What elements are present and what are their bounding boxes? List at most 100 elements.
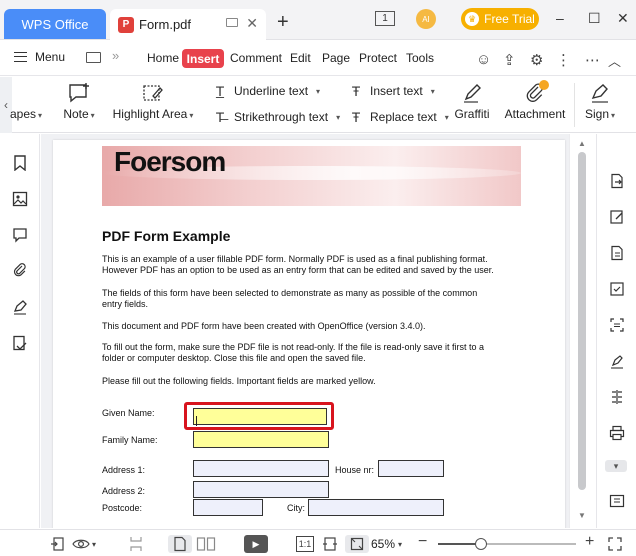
maximize-button[interactable]: ☐ <box>588 10 601 27</box>
signature-panel-icon[interactable] <box>11 298 29 316</box>
underline-text-tool[interactable]: T̲ Underline text ▾ <box>212 83 320 99</box>
two-page-icon[interactable] <box>196 535 216 553</box>
folder-icon[interactable] <box>86 52 101 63</box>
title-bar: WPS Office P Form.pdf ✕ + 1 AI ♛ Free Tr… <box>0 0 636 40</box>
scroll-down-icon[interactable]: ▼ <box>578 511 586 520</box>
highlight-area-icon <box>141 79 165 107</box>
more-icon[interactable]: ⋮ <box>556 51 571 69</box>
city-field[interactable] <box>308 499 444 516</box>
insert-text-tool[interactable]: Ŧ Insert text ▾ <box>348 83 435 99</box>
zoom-out-button[interactable]: − <box>418 533 427 551</box>
double-chevron-icon[interactable]: » <box>112 48 119 63</box>
stamp-pen-icon[interactable] <box>608 352 626 370</box>
menu-page[interactable]: Page <box>322 51 350 65</box>
collapse-ribbon-icon[interactable]: ︿ <box>608 51 621 70</box>
sidebar-settings-icon[interactable] <box>608 492 626 510</box>
graffiti-tool[interactable]: Graffiti <box>450 79 494 121</box>
strikethrough-text-tool[interactable]: T̶ Strikethrough text ▾ <box>212 109 340 125</box>
highlight-area-tool[interactable]: Highlight Area ▾ <box>110 79 196 121</box>
export-icon[interactable] <box>608 172 626 190</box>
paragraph-line: However PDF has an option to be used as … <box>102 265 494 275</box>
underline-text-label: Underline text <box>234 84 309 98</box>
text-caret <box>196 416 197 426</box>
note-tool[interactable]: Note ▾ <box>58 79 100 121</box>
menu-button[interactable]: Menu <box>14 50 65 64</box>
sign-pen-icon <box>589 79 611 107</box>
house-nr-field[interactable] <box>378 460 444 477</box>
gear-icon[interactable]: ⚙ <box>530 51 543 69</box>
print-icon[interactable] <box>608 424 626 442</box>
zoom-dropdown-icon[interactable]: ▾ <box>398 535 402 553</box>
close-tab-icon[interactable]: ✕ <box>246 15 258 32</box>
expand-sidebar-chevron-icon[interactable]: ▾ <box>605 460 627 472</box>
window-count-icon[interactable]: 1 <box>375 11 395 26</box>
monitor-icon[interactable] <box>226 18 238 27</box>
page-navigation-icon[interactable] <box>50 535 66 553</box>
replace-text-tool[interactable]: Ŧ Replace text ▾ <box>348 109 449 125</box>
document-canvas[interactable]: Foersom PDF Form Example This is an exam… <box>41 134 569 528</box>
free-trial-button[interactable]: ♛ Free Trial <box>461 8 539 30</box>
share-icon[interactable]: ⇪ <box>503 51 516 69</box>
menu-edit[interactable]: Edit <box>290 51 311 65</box>
menu-tools[interactable]: Tools <box>406 51 434 65</box>
tab-wps-office[interactable]: WPS Office <box>4 9 106 39</box>
convert-icon[interactable] <box>608 244 626 262</box>
ribbon-divider <box>574 83 575 127</box>
vertical-scrollbar[interactable]: ▲ ▼ <box>569 134 595 528</box>
menu-protect[interactable]: Protect <box>359 51 397 65</box>
address2-field[interactable] <box>193 481 329 498</box>
left-sidebar <box>0 134 40 528</box>
shapes-tool[interactable]: apes ▾ <box>8 79 44 121</box>
address1-field[interactable] <box>193 460 329 477</box>
attachment-panel-icon[interactable] <box>11 262 29 280</box>
more-options-icon[interactable]: ⋯ <box>585 51 600 69</box>
form-check-icon[interactable] <box>608 280 626 298</box>
tab-form-pdf[interactable]: P Form.pdf ✕ <box>110 9 266 40</box>
zoom-in-button[interactable]: + <box>585 533 594 551</box>
compare-icon[interactable] <box>608 388 626 406</box>
close-window-button[interactable]: ✕ <box>617 10 629 27</box>
menu-comment[interactable]: Comment <box>230 51 282 65</box>
paragraph-line: entry fields. <box>102 299 149 309</box>
menu-label: Menu <box>35 50 66 64</box>
tab-form-pdf-label: Form.pdf <box>139 17 192 32</box>
view-mode-dropdown-icon[interactable]: ▾ <box>92 535 96 553</box>
focus-highlight-frame <box>184 402 334 430</box>
paragraph-instructions: To fill out the form, make sure the PDF … <box>102 342 532 364</box>
address2-label: Address 2: <box>102 486 146 496</box>
zoom-slider-handle[interactable] <box>475 538 487 550</box>
postcode-field[interactable] <box>193 499 263 516</box>
attachment-tool[interactable]: Attachment <box>504 79 566 121</box>
paragraph-line: Please fill out the following fields. Im… <box>102 376 376 386</box>
comment-icon[interactable] <box>11 226 29 244</box>
actual-size-button[interactable]: 1:1 <box>296 536 314 552</box>
play-slideshow-button[interactable]: ▶ <box>244 535 268 553</box>
eye-icon[interactable] <box>72 535 90 553</box>
bookmark-icon[interactable] <box>11 154 29 172</box>
zoom-level[interactable]: 65% <box>371 537 395 551</box>
single-page-icon[interactable] <box>168 535 192 553</box>
edit-document-icon[interactable] <box>608 208 626 226</box>
paragraph-openoffice: This document and PDF form have been cre… <box>102 321 532 332</box>
page-title: PDF Form Example <box>102 228 231 244</box>
thumbnail-icon[interactable] <box>11 190 29 208</box>
minimize-button[interactable]: – <box>556 10 564 26</box>
document-history-icon[interactable] <box>11 334 29 352</box>
menu-insert[interactable]: Insert <box>182 49 224 68</box>
single-page-continuous-icon[interactable] <box>128 535 144 553</box>
new-tab-button[interactable]: + <box>277 11 289 34</box>
scrollbar-thumb[interactable] <box>578 152 586 490</box>
avatar[interactable]: AI <box>416 9 436 29</box>
banner-title: Foersom <box>114 146 226 177</box>
fullscreen-icon[interactable] <box>608 535 622 553</box>
zoom-slider[interactable] <box>438 538 576 550</box>
fit-page-icon[interactable] <box>345 535 369 553</box>
menu-home[interactable]: Home <box>147 51 179 65</box>
ocr-scan-icon[interactable] <box>608 316 626 334</box>
shapes-label: apes <box>9 107 36 121</box>
scroll-up-icon[interactable]: ▲ <box>578 139 586 148</box>
fit-width-icon[interactable] <box>322 535 338 553</box>
family-name-field[interactable] <box>193 431 329 448</box>
sign-tool[interactable]: Sign ▾ <box>580 79 620 121</box>
add-user-icon[interactable]: ☺ <box>476 51 491 68</box>
